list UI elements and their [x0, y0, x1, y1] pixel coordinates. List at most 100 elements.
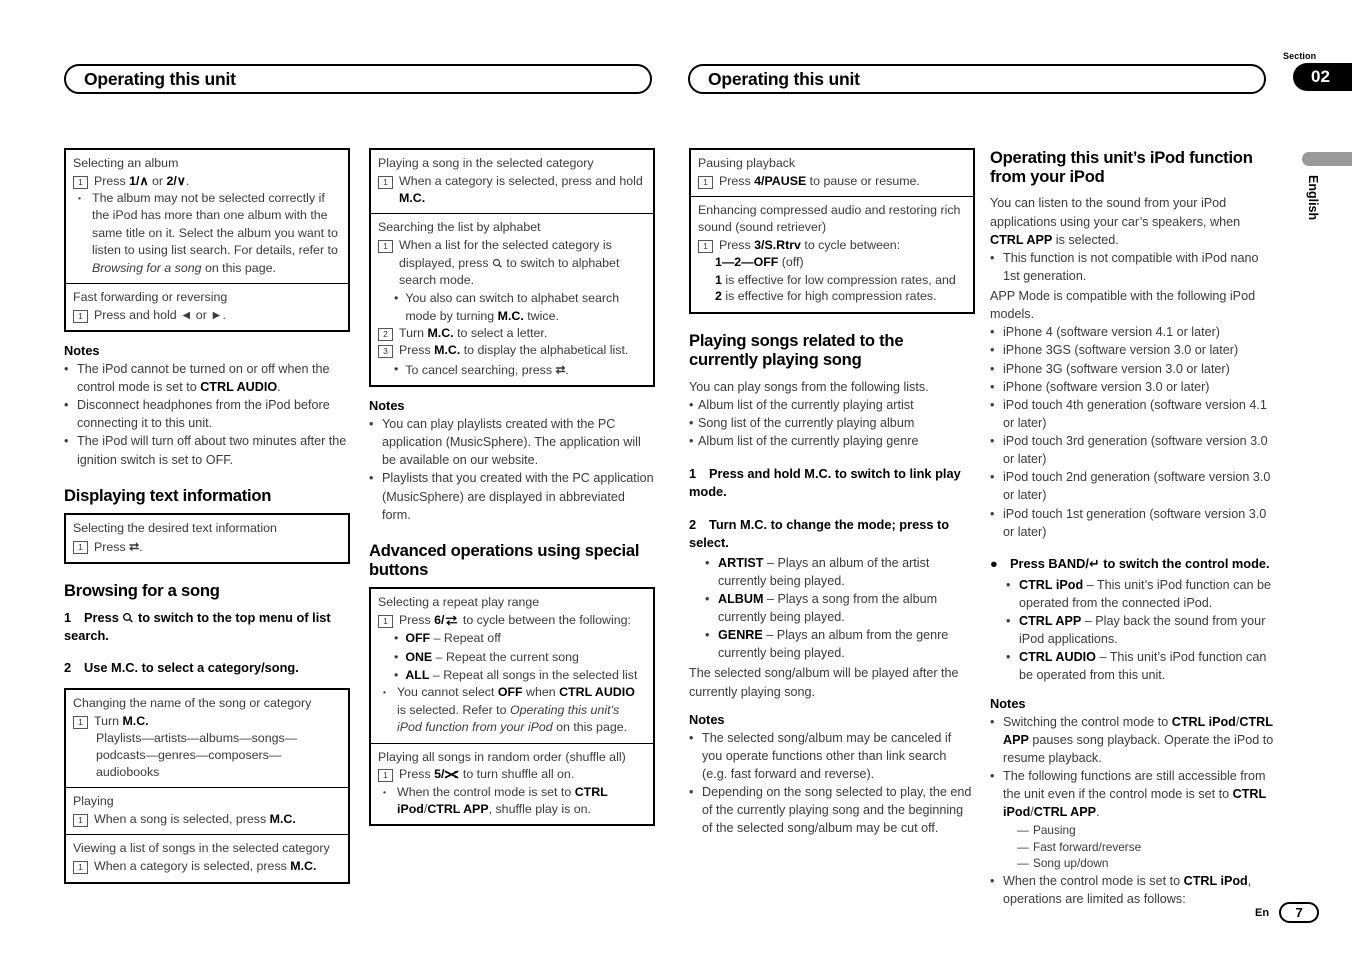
shuffle-icon	[445, 770, 459, 779]
dash-icon: —	[1017, 823, 1029, 838]
control-modes-list: • CTRL iPod – This unit’s iPod function c…	[1006, 576, 1276, 685]
repeat-option: • OFF – Repeat off	[394, 630, 646, 647]
bullet-icon: •	[1006, 577, 1011, 592]
repeat-icon	[446, 615, 458, 626]
notes-list: • You can play playlists created with the…	[369, 415, 655, 524]
numbered-step-1: 1 Press and hold M.C. to switch to link p…	[689, 465, 975, 501]
list-item: • Disconnect headphones from the iPod bef…	[64, 396, 350, 432]
column-3: Pausing playback 1 Press 4/PAUSE to paus…	[689, 148, 975, 837]
intro-text: You can play songs from the following li…	[689, 379, 929, 394]
procedure-step: 1 Press 1/∧ or 2/∨.	[73, 173, 341, 190]
after-play-text: The selected song/album will be played a…	[689, 666, 959, 699]
step-number: 1	[378, 175, 393, 189]
accessible-functions-list: — Pausing — Fast forward/reverse — Song up/…	[1017, 822, 1276, 872]
intro-text: You can listen to the sound from your iP…	[990, 196, 1241, 247]
step-text: Press 1/∧ or 2/∨.	[94, 173, 190, 188]
procedure-row-playing: Playing 1 When a song is selected, press…	[66, 788, 348, 836]
bullet-icon: •	[990, 325, 995, 340]
list-item: — Fast forward/reverse	[1017, 839, 1142, 854]
list-item: • iPod touch 4th generation (software ver…	[990, 396, 1276, 432]
footer-language: En	[1255, 906, 1270, 919]
step-number: 1	[73, 814, 88, 828]
numbered-step-2: 2 Use M.C. to select a category/song.	[64, 659, 350, 677]
notes-heading: Notes	[369, 398, 405, 414]
list-item: — Pausing	[1017, 823, 1076, 838]
procedure-step: 2 Turn M.C. to select a letter.	[378, 325, 646, 342]
list-item: • Album list of the currently playing art…	[689, 396, 975, 414]
list-item: • Switching the control mode to CTRL iPod…	[990, 713, 1276, 767]
list-item: • ALBUM – Plays a song from the album cur…	[705, 590, 975, 626]
column-4: Operating this unit’s iPod function from…	[990, 148, 1276, 908]
notes-list: • Switching the control mode to CTRL iPod…	[990, 713, 1276, 909]
step-number: 1	[73, 309, 88, 323]
list-item: • CTRL iPod – This unit’s iPod function c…	[1006, 576, 1276, 612]
step-number: 1	[698, 175, 713, 189]
section-number-tab: 02	[1293, 63, 1352, 91]
bullet-icon: •	[1006, 650, 1011, 665]
procedure-row-changing-name: Changing the name of the song or categor…	[66, 690, 348, 789]
bullet-icon: •	[689, 730, 694, 745]
procedure-table-browsing: Changing the name of the song or categor…	[64, 688, 350, 884]
step-text: Turn M.C. to change the mode; press to s…	[689, 516, 950, 550]
list-item: • iPhone 3GS (software version 3.0 or lat…	[990, 341, 1276, 359]
procedure-row-fast-forward: Fast forwarding or reversing 1 Press and…	[66, 284, 348, 330]
procedure-title: Selecting a repeat play range	[378, 595, 540, 610]
bullet-icon: •	[990, 768, 995, 783]
note-text: When the control mode is set to CTRL iPo…	[1003, 873, 1252, 906]
back-arrow-icon: ⮂	[555, 361, 566, 377]
procedure-title: Searching the list by alphabet	[378, 220, 541, 235]
bullet-dot: •	[78, 193, 81, 204]
procedure-row-selecting-album: Selecting an album 1 Press 1/∧ or 2/∨. •…	[66, 150, 348, 284]
list-item: • Playlists that you created with the PC …	[369, 469, 655, 523]
bullet-icon: •	[394, 291, 399, 306]
heading-playing-related-songs: Playing songs related to the currently p…	[689, 331, 904, 370]
back-arrow-icon: ⮂	[129, 538, 140, 554]
procedure-table-selecting-album: Selecting an album 1 Press 1/∧ or 2/∨. •…	[64, 148, 350, 332]
procedure-step: 1 Press 6/ to cycle between the followin…	[378, 612, 646, 629]
step-number: 1	[73, 175, 88, 189]
procedure-step: 1 Press 4/PAUSE to pause or resume.	[698, 173, 966, 190]
procedure-sub-bullet: • You also can switch to alphabet search…	[394, 290, 646, 325]
list-item: • You can play playlists created with the…	[369, 415, 655, 469]
step-number: 1	[698, 239, 713, 253]
step-text: Press and hold ◄ or ►.	[94, 307, 226, 322]
heading-displaying-text-information: Displaying text information	[64, 485, 272, 505]
step-text: Press 4/PAUSE to pause or resume.	[719, 173, 920, 188]
note-text: The iPod cannot be turned on or off when…	[77, 361, 330, 395]
step-text: When a song is selected, press M.C.	[94, 812, 296, 827]
dash-icon: —	[1017, 856, 1029, 871]
procedure-row-shuffle-all: Playing all songs in random order (shuff…	[371, 744, 653, 825]
note-text: The iPod will turn off about two minutes…	[77, 434, 347, 467]
step-number: 1	[378, 240, 393, 254]
bullet-icon: •	[394, 649, 399, 664]
procedure-title: Pausing playback	[698, 156, 796, 170]
filled-bullet-icon: ●	[990, 555, 998, 571]
bullet-text: The album may not be selected correctly …	[92, 191, 338, 275]
heading-ipod-function: Operating this unit’s iPod function from…	[990, 148, 1253, 187]
bullet-icon: •	[689, 415, 694, 430]
procedure-step: 1 Press and hold ◄ or ►.	[73, 307, 341, 324]
bullet-text: When the control mode is set to CTRL iPo…	[397, 784, 608, 816]
notes-list: • The iPod cannot be turned on or off whe…	[64, 360, 350, 469]
list-item: • GENRE – Plays an album from the genre c…	[705, 626, 975, 662]
procedure-step: 1 Press ⮂.	[73, 538, 341, 556]
note-text: Disconnect headphones from the iPod befo…	[77, 398, 330, 431]
bullet-icon: •	[689, 785, 694, 800]
repeat-option: • ALL – Repeat all songs in the selected …	[394, 667, 646, 684]
bullet-icon: •	[394, 668, 399, 683]
note-text: The selected song/album may be canceled …	[702, 730, 952, 781]
notes-heading: Notes	[689, 711, 725, 727]
step-text: When a category is selected, press and h…	[399, 173, 643, 206]
procedure-title: Selecting an album	[73, 156, 179, 170]
bullet-icon: •	[990, 714, 995, 729]
list-item: • The iPod will turn off about two minute…	[64, 432, 350, 468]
dash-icon: —	[1017, 839, 1029, 854]
list-item: • iPod touch 2nd generation (software ver…	[990, 468, 1276, 504]
note-text: The following functions are still access…	[1003, 767, 1276, 872]
language-tab-label: English	[1306, 175, 1320, 221]
bullet-text: You cannot select OFF when CTRL AUDIO is…	[397, 685, 635, 735]
step-text: When a category is selected, press M.C.	[94, 859, 317, 874]
page-header-right-title: Operating this unit	[708, 68, 860, 89]
procedure-table-text-information: Selecting the desired text information 1…	[64, 512, 350, 565]
step-number: 2	[64, 660, 72, 676]
